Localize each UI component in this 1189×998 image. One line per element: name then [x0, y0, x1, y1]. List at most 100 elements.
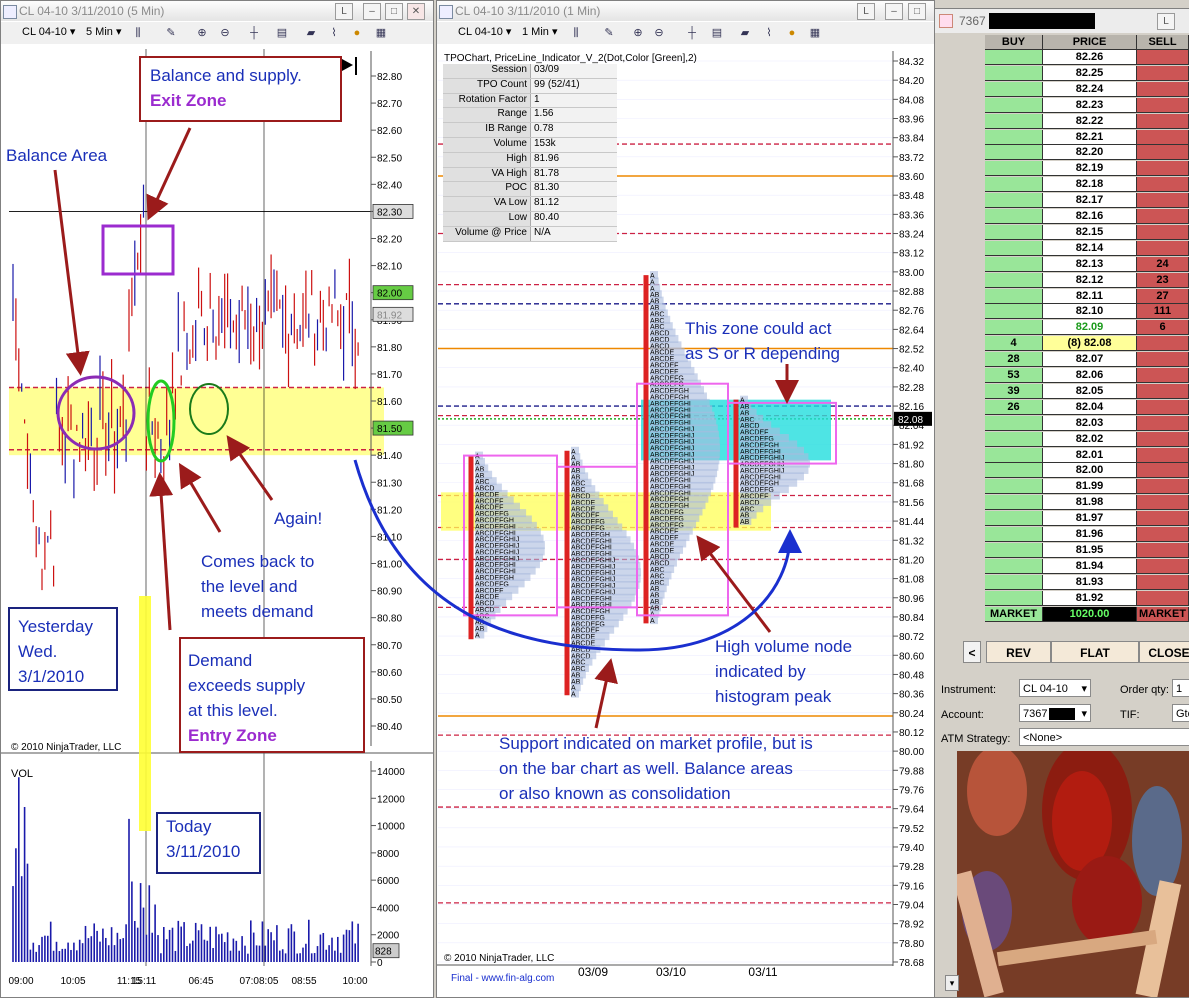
buy-cell[interactable]	[985, 224, 1043, 240]
price-cell[interactable]: 82.20	[1043, 145, 1137, 161]
price-cell[interactable]: 82.03	[1043, 415, 1137, 431]
sell-cell[interactable]	[1137, 352, 1189, 368]
sell-cell[interactable]	[1137, 383, 1189, 399]
data-box-icon[interactable]: ▤	[710, 26, 724, 40]
back-button[interactable]: <	[963, 641, 981, 663]
buy-cell[interactable]	[985, 113, 1043, 129]
drawing-tool-icon[interactable]: ✎	[602, 26, 616, 40]
price-cell[interactable]: 81.96	[1043, 527, 1137, 542]
price-cell[interactable]: 82.04	[1043, 399, 1137, 415]
price-cell[interactable]: 82.11	[1043, 288, 1137, 304]
price-cell[interactable]: 82.14	[1043, 240, 1137, 256]
buy-cell[interactable]	[985, 511, 1043, 527]
price-cell[interactable]: 82.12	[1043, 272, 1137, 288]
buy-cell[interactable]	[985, 272, 1043, 288]
buy-cell[interactable]	[985, 240, 1043, 256]
price-cell[interactable]: 82.23	[1043, 97, 1137, 113]
zoom-out-icon[interactable]: ⊖	[652, 26, 666, 40]
strategy-icon[interactable]: ●	[785, 26, 799, 40]
buy-cell[interactable]	[985, 558, 1043, 574]
price-cell[interactable]: 82.07	[1043, 352, 1137, 368]
instrument-selector[interactable]: CL 04-10 ▾	[19, 25, 78, 40]
price-cell[interactable]: 82.13	[1043, 256, 1137, 272]
buy-cell[interactable]	[985, 129, 1043, 145]
buy-cell[interactable]: MARKET	[985, 606, 1043, 622]
interval-selector[interactable]: 5 Min ▾	[83, 25, 124, 40]
price-cell[interactable]: 82.24	[1043, 81, 1137, 97]
zoom-in-icon[interactable]: ⊕	[631, 26, 645, 40]
reverse-button[interactable]: REV	[986, 641, 1051, 663]
buy-cell[interactable]	[985, 479, 1043, 495]
price-cell[interactable]: 82.01	[1043, 447, 1137, 463]
close-position-button[interactable]: CLOSE	[1139, 641, 1189, 663]
price-cell[interactable]: 82.26	[1043, 50, 1137, 65]
sell-cell[interactable]	[1137, 558, 1189, 574]
sell-cell[interactable]	[1137, 193, 1189, 209]
sell-cell[interactable]	[1137, 399, 1189, 415]
maximize-icon[interactable]: □	[385, 3, 403, 20]
buy-cell[interactable]	[985, 320, 1043, 336]
minimize-icon[interactable]: –	[363, 3, 381, 20]
sell-cell[interactable]	[1137, 161, 1189, 177]
sell-cell[interactable]	[1137, 50, 1189, 65]
buy-cell[interactable]	[985, 177, 1043, 193]
zoom-in-icon[interactable]: ⊕	[195, 26, 209, 40]
instrument-selector[interactable]: CL 04-10 ▾	[455, 25, 514, 40]
buy-cell[interactable]	[985, 447, 1043, 463]
sell-cell[interactable]	[1137, 511, 1189, 527]
price-cell[interactable]: 82.17	[1043, 193, 1137, 209]
sell-cell[interactable]	[1137, 177, 1189, 193]
sell-cell[interactable]: 24	[1137, 256, 1189, 272]
scroll-down-icon[interactable]: ▾	[945, 975, 959, 991]
buy-cell[interactable]: BUY	[985, 35, 1043, 50]
price-cell[interactable]: 81.94	[1043, 558, 1137, 574]
buy-cell[interactable]	[985, 288, 1043, 304]
buy-cell[interactable]: 28	[985, 352, 1043, 368]
sell-cell[interactable]	[1137, 447, 1189, 463]
sell-cell[interactable]	[1137, 574, 1189, 590]
buy-cell[interactable]	[985, 574, 1043, 590]
buy-cell[interactable]	[985, 542, 1043, 558]
interval-selector[interactable]: 1 Min ▾	[519, 25, 560, 40]
price-cell[interactable]: 82.25	[1043, 65, 1137, 81]
sell-cell[interactable]	[1137, 224, 1189, 240]
buy-cell[interactable]	[985, 193, 1043, 209]
instrument-folder-icon[interactable]: ▰	[304, 26, 318, 40]
sell-cell[interactable]	[1137, 240, 1189, 256]
sell-cell[interactable]	[1137, 368, 1189, 383]
buy-cell[interactable]	[985, 304, 1043, 320]
price-cell[interactable]: 82.02	[1043, 431, 1137, 447]
sell-cell[interactable]	[1137, 129, 1189, 145]
sell-cell[interactable]	[1137, 463, 1189, 479]
minimize-icon[interactable]: –	[885, 3, 903, 20]
buy-cell[interactable]	[985, 81, 1043, 97]
sell-cell[interactable]	[1137, 209, 1189, 224]
buy-cell[interactable]	[985, 463, 1043, 479]
price-cell[interactable]: 81.95	[1043, 542, 1137, 558]
price-cell[interactable]: 82.00	[1043, 463, 1137, 479]
buy-cell[interactable]	[985, 145, 1043, 161]
indicators-icon[interactable]: ⌇	[327, 26, 341, 40]
price-cell[interactable]: 82.06	[1043, 368, 1137, 383]
instrument-folder-icon[interactable]: ▰	[738, 26, 752, 40]
price-cell[interactable]: 81.99	[1043, 479, 1137, 495]
price-cell[interactable]: 81.93	[1043, 574, 1137, 590]
buy-cell[interactable]: 53	[985, 368, 1043, 383]
price-cell[interactable]: 81.92	[1043, 590, 1137, 606]
sell-cell[interactable]	[1137, 65, 1189, 81]
sell-cell[interactable]: 27	[1137, 288, 1189, 304]
strategy-icon[interactable]: ●	[350, 26, 364, 40]
sell-cell[interactable]: 6	[1137, 320, 1189, 336]
indicators-icon[interactable]: ⌇	[762, 26, 776, 40]
buy-cell[interactable]	[985, 527, 1043, 542]
sell-cell[interactable]	[1137, 542, 1189, 558]
account-field[interactable]: 7367 ▾	[1019, 704, 1091, 722]
price-cell[interactable]: 82.05	[1043, 383, 1137, 399]
buy-cell[interactable]: 4	[985, 336, 1043, 352]
sell-cell[interactable]	[1137, 145, 1189, 161]
buy-cell[interactable]	[985, 97, 1043, 113]
sell-cell[interactable]: SELL	[1137, 35, 1189, 50]
sell-cell[interactable]	[1137, 527, 1189, 542]
crosshair-icon[interactable]: ┼	[685, 26, 699, 40]
buy-cell[interactable]	[985, 590, 1043, 606]
